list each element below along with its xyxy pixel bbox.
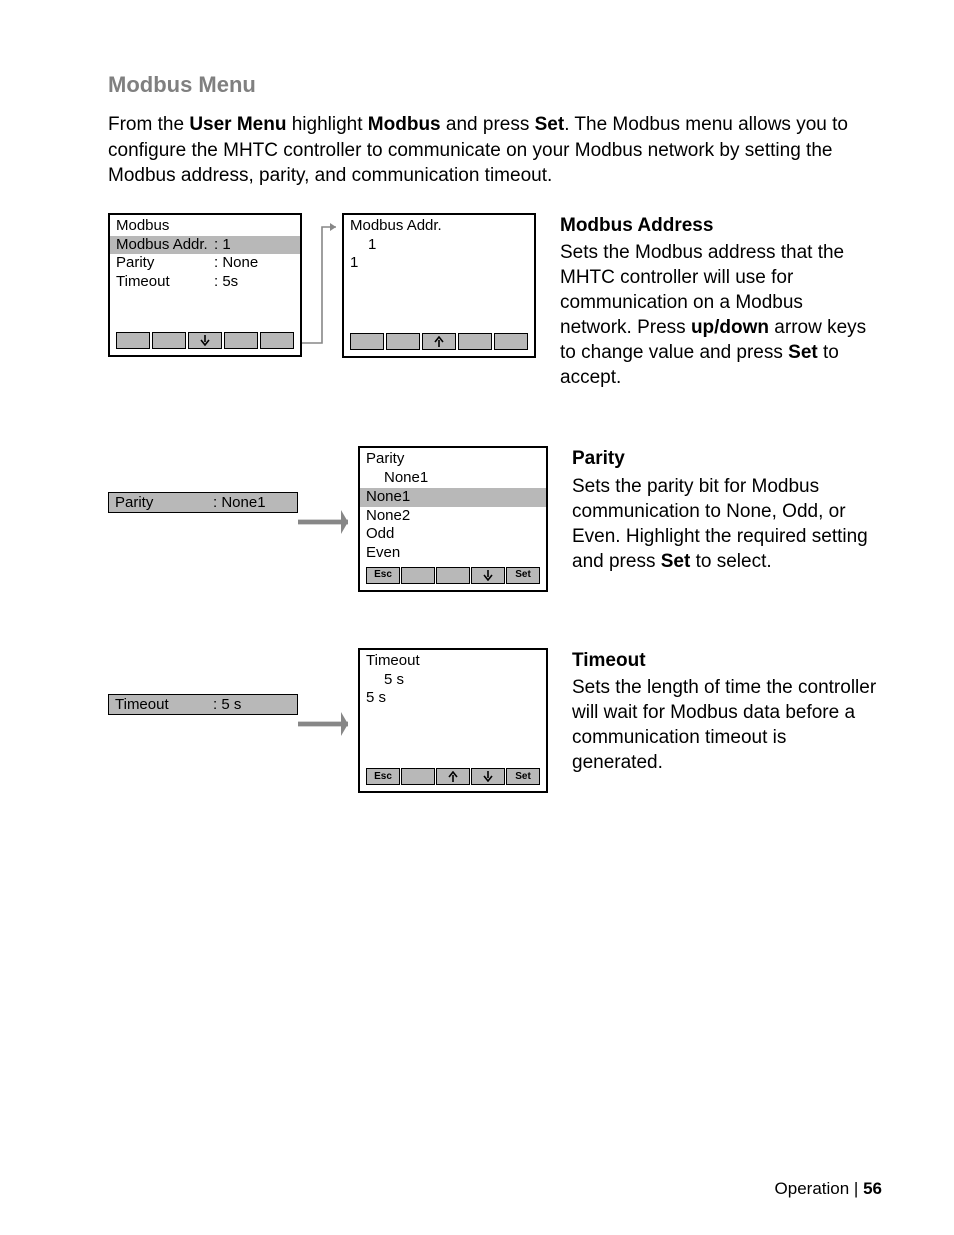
editor-top-value: 1: [344, 236, 534, 255]
softkey-down-icon[interactable]: [188, 332, 222, 349]
intro-bold-modbus: Modbus: [368, 114, 441, 135]
row-timeout: Timeout: 5 s Timeout 5 s 5 s Esc: [108, 648, 882, 793]
option-even[interactable]: Even: [360, 544, 546, 563]
softkey-esc[interactable]: Esc: [366, 768, 400, 785]
softkey-row: [344, 329, 534, 356]
lcd-title: Timeout: [360, 650, 546, 671]
connector-arrow: [302, 213, 342, 353]
menu-item-value: : None1: [213, 494, 266, 511]
softkey-up-icon[interactable]: [422, 333, 456, 350]
menu-item-timeout[interactable]: Timeout: 5s: [110, 273, 300, 292]
menu-item-label: Timeout: [115, 696, 213, 713]
softkey-blank[interactable]: [152, 332, 186, 349]
lcd-modbus-addr-editor: Modbus Addr. 1 1: [342, 213, 536, 358]
lcd-modbus-menu: Modbus Modbus Addr.: 1 Parity: None Time…: [108, 213, 302, 357]
option-odd[interactable]: Odd: [360, 525, 546, 544]
menu-item-value: : None: [214, 254, 258, 273]
softkey-blank[interactable]: [350, 333, 384, 350]
softkey-set[interactable]: Set: [506, 768, 540, 785]
section-title: Modbus Menu: [108, 72, 882, 98]
option-none1[interactable]: None1: [360, 488, 546, 507]
intro-bold-user-menu: User Menu: [189, 114, 286, 135]
desc-timeout: Timeout Sets the length of time the cont…: [572, 648, 882, 775]
desc-bold-set: Set: [788, 342, 818, 363]
menu-item-label: Parity: [116, 254, 214, 273]
menu-item-parity[interactable]: Parity: None: [110, 254, 300, 273]
menu-item-parity-selected[interactable]: Parity: None1: [108, 492, 298, 513]
softkey-blank[interactable]: [116, 332, 150, 349]
lcd-timeout-editor: Timeout 5 s 5 s Esc Set: [358, 648, 548, 793]
page-footer: Operation | 56: [775, 1179, 882, 1199]
editor-top-value: None1: [360, 469, 546, 488]
row-parity: Parity: None1 Parity None1 None1 None2 O…: [108, 446, 882, 592]
row-modbus-address: Modbus Modbus Addr.: 1 Parity: None Time…: [108, 213, 882, 391]
footer-sep: |: [849, 1179, 863, 1198]
desc-heading: Modbus Address: [560, 213, 870, 238]
footer-page-number: 56: [863, 1179, 882, 1198]
desc-heading: Timeout: [572, 648, 882, 673]
desc-heading: Parity: [572, 446, 882, 471]
softkey-up-icon[interactable]: [436, 768, 470, 785]
menu-item-label: Modbus Addr.: [116, 236, 214, 255]
softkey-set[interactable]: Set: [506, 567, 540, 584]
connector-arrow: [298, 492, 358, 552]
softkey-row: Esc Set: [360, 563, 546, 590]
option-none2[interactable]: None2: [360, 507, 546, 526]
lcd-title: Modbus: [110, 215, 300, 236]
softkey-blank[interactable]: [224, 332, 258, 349]
desc-text: to select.: [690, 551, 771, 572]
editor-current-value: 1: [344, 254, 534, 273]
softkey-down-icon[interactable]: [471, 567, 505, 584]
intro-text: highlight: [286, 114, 367, 135]
intro-bold-set: Set: [535, 114, 565, 135]
softkey-blank[interactable]: [260, 332, 294, 349]
desc-modbus-address: Modbus Address Sets the Modbus address t…: [560, 213, 870, 391]
menu-item-timeout-selected[interactable]: Timeout: 5 s: [108, 694, 298, 715]
footer-section: Operation: [775, 1179, 850, 1198]
softkey-blank[interactable]: [494, 333, 528, 350]
lcd-title: Parity: [360, 448, 546, 469]
intro-text: From the: [108, 114, 189, 135]
softkey-blank[interactable]: [401, 567, 435, 584]
desc-text: Sets the length of time the controller w…: [572, 677, 876, 773]
softkey-down-icon[interactable]: [471, 768, 505, 785]
lcd-title: Modbus Addr.: [344, 215, 534, 236]
softkey-blank[interactable]: [458, 333, 492, 350]
softkey-blank[interactable]: [401, 768, 435, 785]
menu-item-modbus-addr[interactable]: Modbus Addr.: 1: [110, 236, 300, 255]
softkey-row: [110, 328, 300, 355]
softkey-blank[interactable]: [386, 333, 420, 350]
menu-item-value: : 5 s: [213, 696, 241, 713]
intro-text: and press: [441, 114, 535, 135]
menu-item-value: : 5s: [214, 273, 238, 292]
menu-item-label: Timeout: [116, 273, 214, 292]
softkey-esc[interactable]: Esc: [366, 567, 400, 584]
connector-arrow: [298, 694, 358, 754]
menu-item-label: Parity: [115, 494, 213, 511]
desc-parity: Parity Sets the parity bit for Modbus co…: [572, 446, 882, 573]
editor-current-value: 5 s: [360, 689, 546, 708]
menu-item-value: : 1: [214, 236, 231, 255]
desc-bold-updown: up/down: [691, 317, 769, 338]
softkey-row: Esc Set: [360, 764, 546, 791]
editor-top-value: 5 s: [360, 671, 546, 690]
softkey-blank[interactable]: [436, 567, 470, 584]
lcd-parity-editor: Parity None1 None1 None2 Odd Even Esc Se…: [358, 446, 548, 592]
desc-bold-set: Set: [661, 551, 691, 572]
intro-paragraph: From the User Menu highlight Modbus and …: [108, 112, 882, 189]
